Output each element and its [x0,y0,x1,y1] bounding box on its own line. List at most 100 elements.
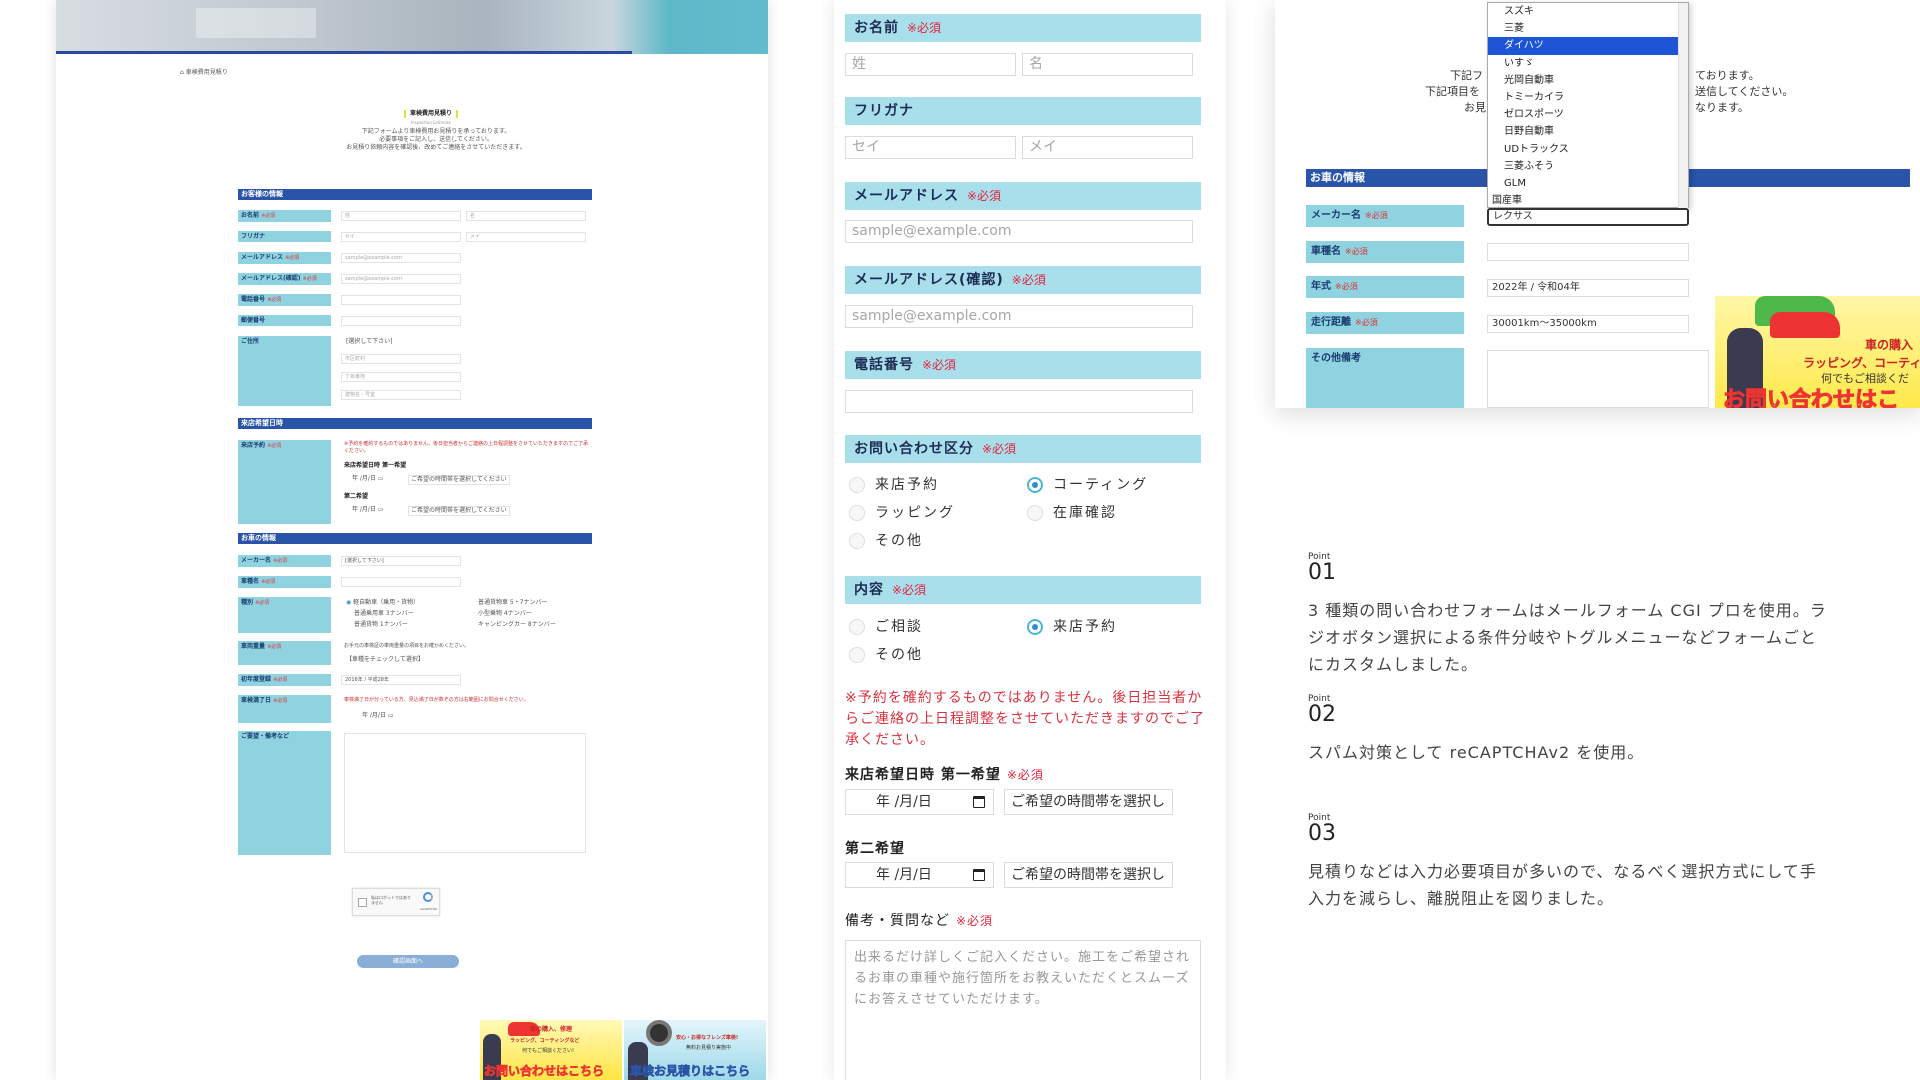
label-content: 内容 ※必須 [845,576,1201,604]
calendar-icon[interactable] [973,869,985,881]
visit-second-time[interactable]: ご希望の時間帯を選択してください [408,506,510,516]
intro-text-fragment: ております。 [1695,69,1760,82]
radio-other[interactable]: その他 [849,531,923,551]
banner-contact[interactable]: 車の購入、修理 ラッピング、コーティングなど 何でもご相談ください! お問い合わ… [480,1020,622,1080]
second-time-select[interactable]: ご希望の時間帯を選択し [1004,862,1173,888]
intro-text-fragment: 送信してください。 [1695,85,1794,98]
banner-estimate[interactable]: 安心・お得なフレンズ車検! 無料お見積り実施中 車検お見積りはこちら [624,1020,766,1080]
sei-input[interactable]: 姓 [341,211,461,221]
sei-kana-input[interactable]: セイ [845,136,1016,159]
dropdown-option[interactable]: ゼロスポーツ [1488,106,1688,123]
dropdown-option[interactable]: UDトラックス [1488,141,1688,158]
radio-content-other[interactable]: その他 [849,645,923,665]
email-confirm-input[interactable]: sample@example.com [341,274,461,284]
calendar-icon[interactable] [973,796,985,808]
notes-textarea[interactable] [344,733,586,853]
weight-select[interactable]: 【車種をチェックして選択】 [346,656,424,664]
label-phone: 電話番号 ※必須 [845,351,1201,379]
radio-wrapping[interactable]: ラッピング [849,503,955,523]
label-inquiry: お問い合わせ区分 ※必須 [845,435,1201,463]
intro-text: 下記フォームより車検費用お見積りを承っております。 必要事項をご記入し、送信して… [346,128,526,151]
prefecture-select[interactable]: [選択して下さい] [346,338,393,346]
dropdown-option[interactable]: 三菱 [1488,20,1688,37]
label-expire: 車検満了日 ※必須 [238,695,331,723]
zip-input[interactable] [341,316,461,326]
visit-second-date[interactable]: 年 /月/日 ▭ [352,506,384,514]
label-model: 車種名 ※必須 [238,576,331,588]
section-customer: お客様の情報 [238,189,592,200]
dropdown-screenshot: 下記フ 下記項目を お見 ております。 送信してください。 なります。 お車の情… [1275,0,1920,408]
hero-image [56,0,768,54]
email-confirm-input[interactable]: sample@example.com [845,305,1193,328]
maker-select[interactable]: レクサス [1487,208,1689,226]
mei-input[interactable]: 名 [466,211,586,221]
mei-input[interactable]: 名 [1022,53,1193,76]
confirm-button[interactable]: 確認画面へ [357,955,459,968]
intro-text-fragment: 下記項目を [1425,85,1480,98]
label-maker: メーカー名 ※必須 [1306,205,1464,227]
remarks-textarea[interactable]: 出来るだけ詳しくご記入ください。施工をご希望されるお車の車種や施行箇所をお教えい… [845,940,1201,1080]
first-date-input[interactable]: 年 /月/日 [845,789,994,815]
dropdown-option[interactable]: 光岡自動車 [1488,72,1688,89]
sei-input[interactable]: 姓 [845,53,1016,76]
label-kind: 種別 ※必須 [238,597,331,633]
dropdown-option[interactable]: いすゞ [1488,55,1688,72]
sei-kana-input[interactable]: セイ [341,232,461,242]
label-phone: 電話番号 ※必須 [238,294,331,306]
form-zoom-panel: お名前 ※必須 姓 名 フリガナ セイ メイ メールアドレス ※必須 sample@… [834,0,1226,1080]
visit-first-date[interactable]: 年 /月/日 ▭ [352,475,384,483]
label-email-confirm: メールアドレス(確認) ※必須 [238,273,331,285]
label-kana: フリガナ [845,97,1201,125]
radio-consult[interactable]: ご相談 [849,617,923,637]
dropdown-option[interactable]: スズキ [1488,3,1688,20]
radio-stock[interactable]: 在庫確認 [1027,503,1117,523]
point-description: スパム対策として reCAPTCHAv2 を使用。 [1308,743,1645,762]
label-zip: 郵便番号 [238,315,331,326]
tire-icon [646,1020,672,1046]
year-select[interactable]: 2022年 / 令和04年 [1487,279,1689,297]
remarks-label: 備考・質問など ※必須 [845,913,994,929]
dropdown-scrollbar[interactable] [1678,3,1688,209]
radio-coating[interactable]: コーティング [1027,475,1148,495]
maker-select[interactable]: [選択して下さい] [341,556,461,566]
expire-date[interactable]: 年 /月/日 ▭ [362,712,394,720]
label-address: ご住所 [238,336,331,406]
mei-kana-input[interactable]: メイ [1022,136,1193,159]
chome-input[interactable]: 丁目番地 [341,372,461,382]
breadcrumb[interactable]: ⌂ 車検費用見積り [180,69,228,77]
other-notes-textarea[interactable] [1487,350,1709,408]
weight-note: お手元の車検証の車両重量の項目をお確かめください。 [344,643,470,649]
phone-input[interactable] [845,390,1193,413]
label-visit-reserve: 来店予約 ※必須 [238,440,331,524]
recaptcha-widget[interactable]: 私はロボットではありません reCAPTCHA [352,888,440,916]
label-model: 車種名 ※必須 [1306,241,1464,263]
maker-dropdown-list[interactable]: スズキ 三菱 ダイハツ いすゞ 光岡自動車 トミーカイラ ゼロスポーツ 日野自動… [1487,2,1689,209]
city-input[interactable]: 市区町村 [341,354,461,364]
second-date-input[interactable]: 年 /月/日 [845,862,994,888]
email-input[interactable]: sample@example.com [845,220,1193,243]
model-input[interactable] [341,577,461,587]
intro-text-fragment: お見 [1464,101,1486,114]
radio-visit-reserve[interactable]: 来店予約 [849,475,939,495]
dropdown-option[interactable]: 三菱ふそう [1488,158,1688,175]
calendar-icon: ▭ [377,475,384,482]
dropdown-option[interactable]: 日野自動車 [1488,123,1688,140]
dropdown-option[interactable]: トミーカイラ [1488,89,1688,106]
first-time-select[interactable]: ご希望の時間帯を選択し [1004,789,1173,815]
banner-contact[interactable]: 車の購入 ラッピング、コーティン 何でもご相談くだ お問い合わせはこ [1715,296,1920,408]
mileage-select[interactable]: 30001km〜35000km [1487,315,1689,333]
dropdown-option-selected[interactable]: ダイハツ [1488,37,1688,55]
visit-first-time[interactable]: ご希望の時間帯を選択してください [408,475,510,485]
phone-input[interactable] [341,295,461,305]
label-year: 年式 ※必須 [1306,276,1464,298]
building-input[interactable]: 建物名・号室 [341,390,461,400]
first-reg-select[interactable]: 2016年 / 平成28年 [341,675,461,685]
dropdown-option[interactable]: GLM [1488,175,1688,192]
radio-content-visit[interactable]: 来店予約 [1027,617,1117,637]
mei-kana-input[interactable]: メイ [466,232,586,242]
email-input[interactable]: sample@example.com [341,253,461,263]
recaptcha-checkbox[interactable] [358,898,367,907]
visit-first-label: 来店希望日時 第一希望 [344,462,407,469]
model-input[interactable] [1487,243,1689,261]
calendar-icon: ▭ [387,712,394,719]
